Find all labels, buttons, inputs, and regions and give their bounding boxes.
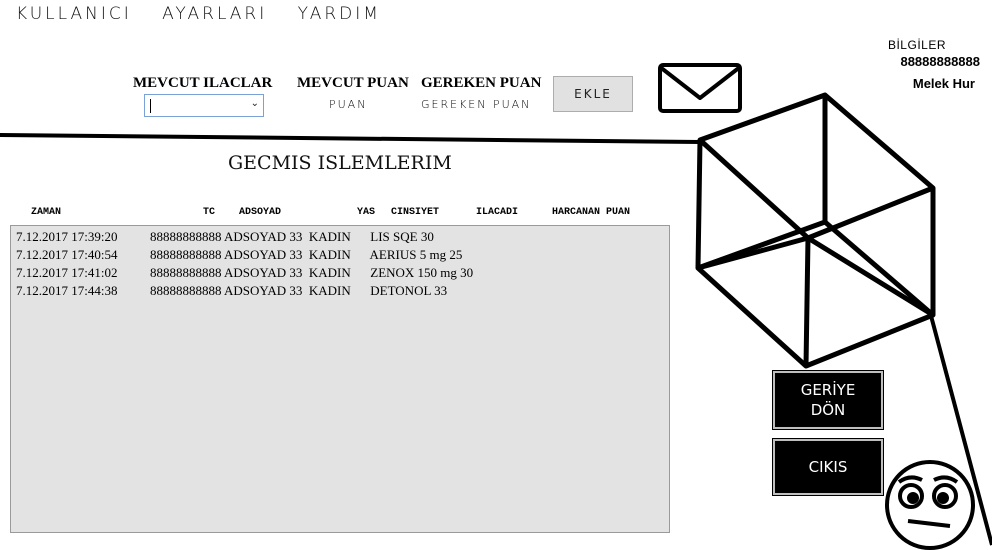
history-list[interactable]: 7.12.2017 17:39:20 88888888888 ADSOYAD 3… xyxy=(10,225,670,533)
col-header-cinsiyet: CINSIYET xyxy=(391,207,440,218)
mevcut-ilaclar-select[interactable]: ⌄ xyxy=(144,94,264,117)
col-header-adsoyad: ADSOYAD xyxy=(239,207,282,218)
divider-line xyxy=(0,133,701,144)
geri-don-button[interactable]: GERİYE DÖN xyxy=(772,370,884,430)
menu-item-yardim[interactable]: YARDIM xyxy=(298,4,381,24)
col-header-ilacadi: ILACADI xyxy=(476,207,519,218)
chevron-down-icon[interactable]: ⌄ xyxy=(251,98,259,109)
col-header-zaman: ZAMAN xyxy=(31,207,62,218)
user-tc: 88888888888 xyxy=(900,54,980,69)
list-item[interactable]: 7.12.2017 17:41:02 88888888888 ADSOYAD 3… xyxy=(16,265,473,281)
list-item[interactable]: 7.12.2017 17:40:54 88888888888 ADSOYAD 3… xyxy=(16,247,462,263)
menu-item-ayarlari[interactable]: AYARLARI xyxy=(162,4,267,24)
history-title: GECMIS ISLEMLERIM xyxy=(228,152,452,174)
user-name: Melek Hur xyxy=(912,76,975,91)
list-item[interactable]: 7.12.2017 17:39:20 88888888888 ADSOYAD 3… xyxy=(16,229,434,245)
ekle-button[interactable]: EKLE xyxy=(553,76,633,112)
envelope-icon xyxy=(658,63,742,113)
menu-item-kullanici[interactable]: KULLANICI xyxy=(16,4,132,24)
col-header-yas: YAS xyxy=(357,207,376,218)
gereken-puan-label: GEREKEN PUAN xyxy=(421,75,542,91)
geri-don-line2: DÖN xyxy=(810,401,846,419)
cikis-button[interactable]: CIKIS xyxy=(772,438,884,496)
list-item[interactable]: 7.12.2017 17:44:38 88888888888 ADSOYAD 3… xyxy=(16,283,447,299)
col-header-harcanan-puan: HARCANAN PUAN xyxy=(552,207,631,218)
cube-drawing xyxy=(695,92,936,369)
menu-bar: KULLANICI AYARLARI YARDIM xyxy=(16,4,403,24)
gereken-puan-value: GEREKEN PUAN xyxy=(421,98,532,111)
info-label: BİLGİLER xyxy=(887,38,946,52)
text-caret xyxy=(150,99,151,113)
col-header-tc: TC xyxy=(203,207,216,218)
face-icon xyxy=(885,460,975,550)
mevcut-ilaclar-label: MEVCUT ILACLAR xyxy=(133,75,273,91)
mevcut-puan-value: PUAN xyxy=(329,98,368,111)
mevcut-puan-label: MEVCUT PUAN xyxy=(297,75,409,91)
user-info: BİLGİLER 88888888888 Melek Hur xyxy=(860,38,980,98)
geri-don-line1: GERİYE xyxy=(800,381,856,399)
